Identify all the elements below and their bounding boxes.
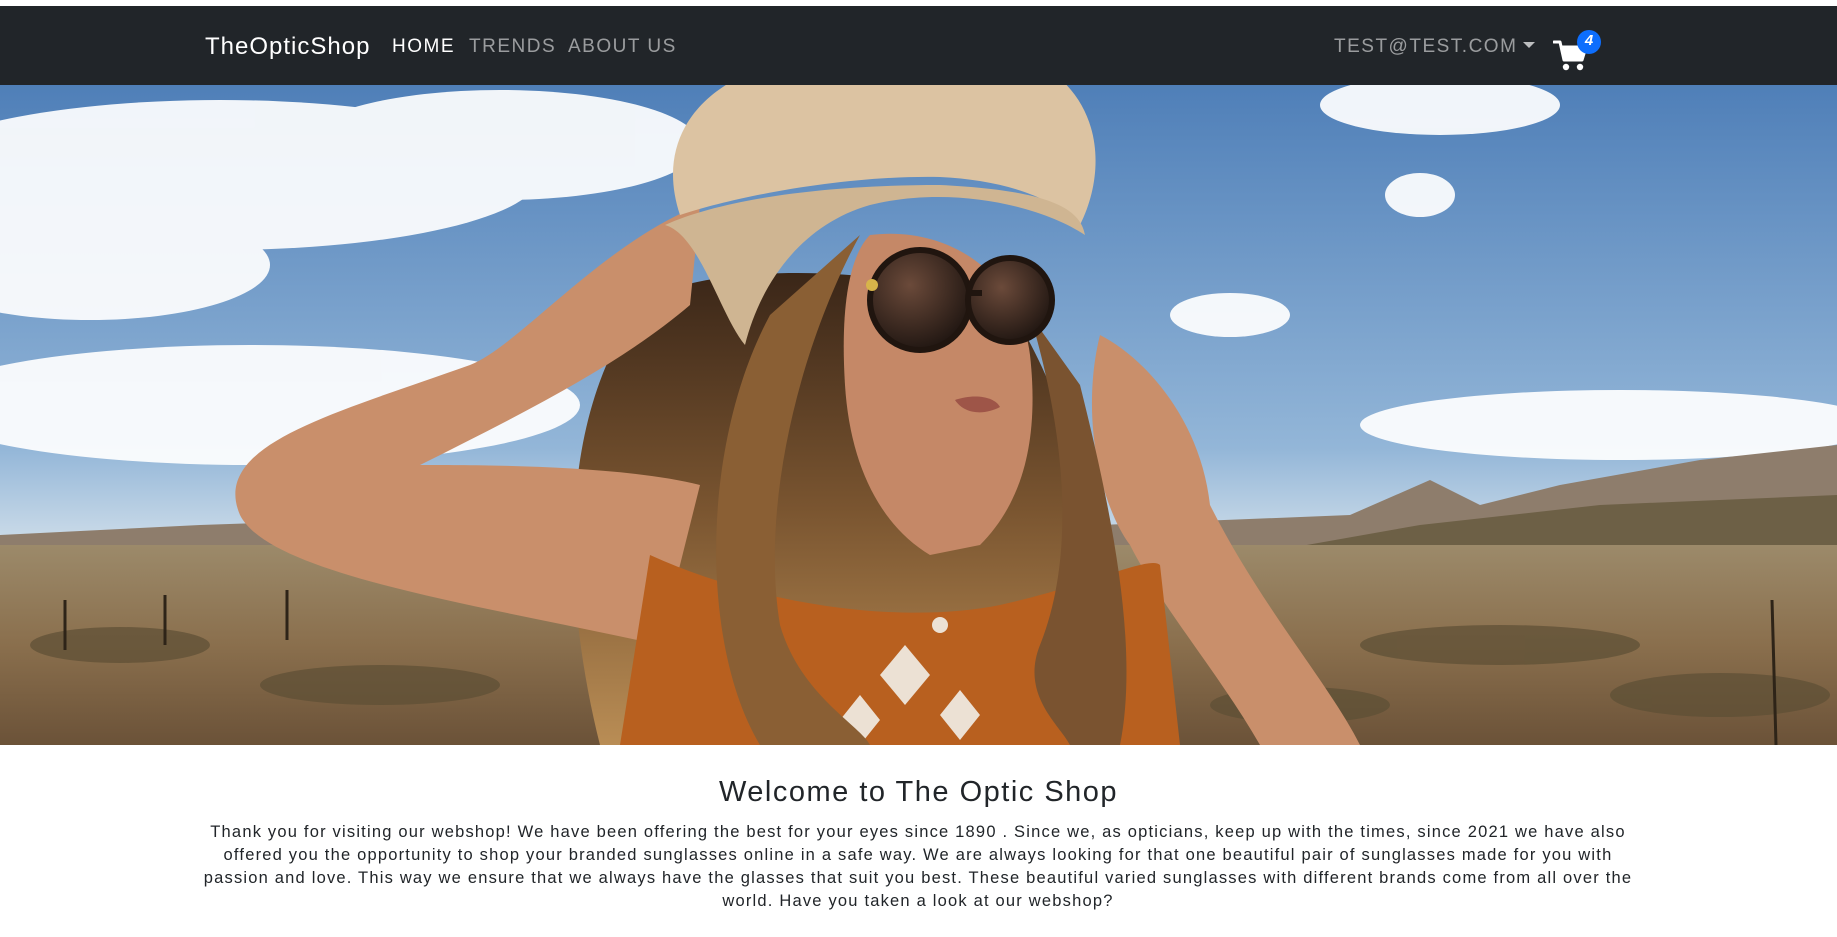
user-email: TEST@TEST.COM: [1334, 36, 1518, 57]
cart-button[interactable]: 4: [1553, 30, 1603, 74]
navbar: TheOpticShop HOME TRENDS ABOUT US TEST@T…: [0, 6, 1837, 85]
welcome-title: Welcome to The Optic Shop: [718, 776, 1119, 808]
nav-trends[interactable]: TRENDS: [469, 36, 556, 58]
hero-image: [0, 85, 1837, 745]
cart-count-badge: 4: [1577, 30, 1601, 54]
hero-banner: [0, 85, 1837, 745]
nav-home[interactable]: HOME: [392, 36, 455, 58]
nav-about-us[interactable]: ABOUT US: [568, 36, 677, 58]
welcome-paragraph: Thank you for visiting our webshop! We h…: [203, 823, 1633, 910]
user-account-dropdown[interactable]: TEST@TEST.COM: [1334, 36, 1536, 58]
caret-down-icon: [1523, 42, 1536, 48]
brand-logo[interactable]: TheOpticShop: [205, 33, 370, 61]
